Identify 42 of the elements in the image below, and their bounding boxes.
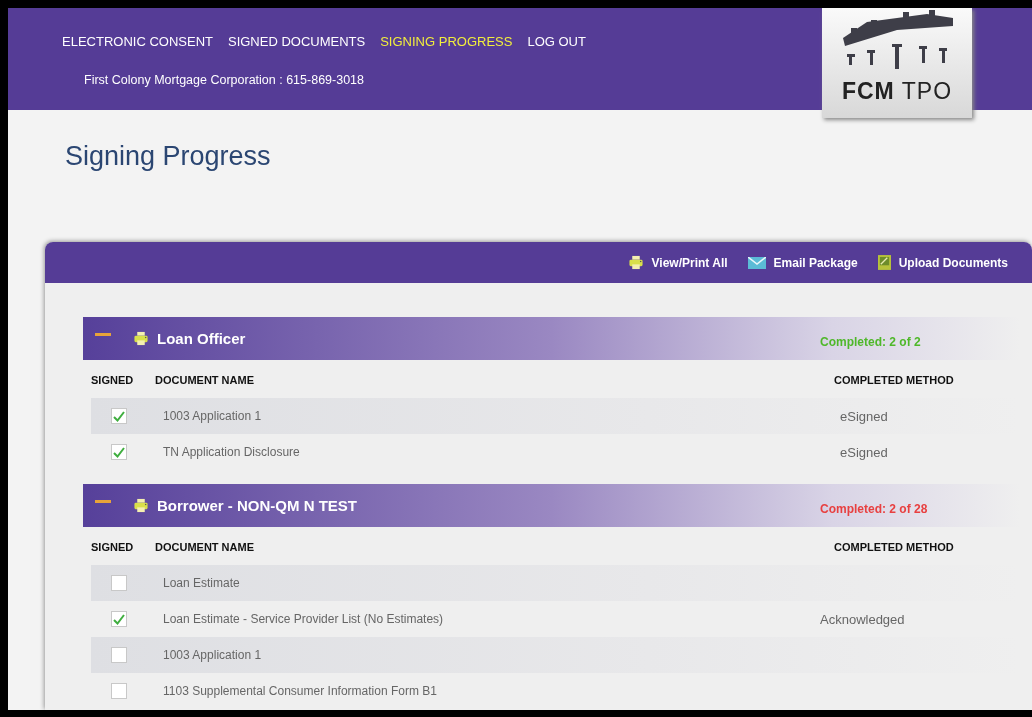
page-title: Signing Progress	[65, 141, 272, 172]
column-header: COMPLETED METHOD	[833, 541, 955, 553]
column-header: DOCUMENT NAME	[155, 374, 255, 386]
document-name: Loan Estimate - Service Provider List (No Estimates)	[163, 612, 445, 626]
completion-status: Completed: 2 of 28	[820, 501, 929, 516]
toolbar-link[interactable]: Upload Documents	[877, 255, 1008, 270]
toolbar-link[interactable]: View/Print All	[627, 255, 728, 270]
section-title: Loan Officer	[157, 330, 247, 347]
checkbox[interactable]	[111, 683, 127, 699]
checkbox[interactable]	[111, 611, 127, 627]
collapse-icon[interactable]	[95, 500, 111, 503]
company-contact: First Colony Mortgage Corporation : 615-869-3018	[84, 73, 364, 87]
completion-status: Completed: 2 of 2	[820, 334, 922, 349]
document-name: 1003 Application 1	[163, 409, 263, 423]
checkbox[interactable]	[111, 575, 127, 591]
collapse-icon[interactable]	[95, 333, 111, 336]
document-name: 1103 Supplemental Consumer Information Form B1	[163, 684, 438, 698]
envelope-icon	[747, 256, 766, 269]
printer-icon	[133, 498, 149, 513]
toolbar-link[interactable]: Email Package	[747, 255, 858, 270]
column-header: DOCUMENT NAME	[155, 541, 255, 553]
document-name: TN Application Disclosure	[163, 445, 301, 459]
completed-method: eSigned	[839, 408, 888, 424]
nav-link[interactable]: LOG OUT	[527, 34, 586, 49]
column-header: COMPLETED METHOD	[833, 374, 955, 386]
book-icon	[877, 255, 891, 270]
document-name: Loan Estimate	[163, 576, 241, 590]
logo-text: FCM TPO	[841, 78, 953, 105]
printer-icon	[133, 331, 149, 346]
column-header: SIGNED	[90, 541, 135, 553]
nav-link[interactable]: SIGNED DOCUMENTS	[227, 34, 366, 49]
section-title: Borrower - NON-QM N TEST	[157, 497, 358, 514]
completed-method: eSigned	[839, 444, 888, 460]
document-name: 1003 Application 1	[163, 648, 263, 662]
checkbox[interactable]	[111, 647, 127, 663]
nav-link[interactable]: ELECTRONIC CONSENT	[62, 34, 213, 49]
nav-link[interactable]: SIGNING PROGRESS	[380, 34, 513, 49]
completed-method: Acknowledged	[820, 611, 905, 627]
printer-icon	[627, 255, 644, 270]
column-header: SIGNED	[90, 374, 135, 386]
checkbox[interactable]	[111, 444, 127, 460]
checkbox[interactable]	[111, 408, 127, 424]
